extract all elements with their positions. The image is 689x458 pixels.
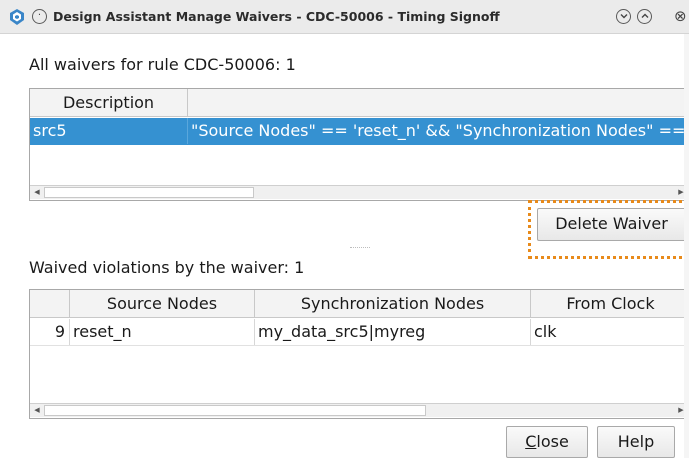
scroll-left-arrow-icon[interactable]: ◀ <box>30 186 44 199</box>
window-title: Design Assistant Manage Waivers - CDC-50… <box>53 9 500 24</box>
divider <box>350 247 370 248</box>
table-row[interactable]: src5 "Source Nodes" == 'reset_n' && "Syn… <box>30 118 688 145</box>
quartus-app-icon[interactable] <box>8 8 26 26</box>
close-window-icon[interactable]: ⊗ <box>674 7 687 25</box>
column-header-description[interactable]: Description <box>30 89 188 117</box>
scrollbar-thumb[interactable] <box>44 405 426 416</box>
column-header-synchronization-nodes[interactable]: Synchronization Nodes <box>255 290 531 318</box>
violation-index-cell: 9 <box>30 319 70 345</box>
close-button[interactable]: Close <box>506 426 588 458</box>
close-label-rest: lose <box>536 432 569 451</box>
waiver-condition-cell: "Source Nodes" == 'reset_n' && "Synchron… <box>191 121 688 140</box>
help-button[interactable]: Help <box>597 426 675 458</box>
synchronization-nodes-cell: my_data_src5|myreg <box>255 319 531 345</box>
table-row[interactable]: 9 reset_n my_data_src5|myreg clk <box>30 319 688 346</box>
chevron-down-icon[interactable] <box>616 9 631 24</box>
chevron-up-icon[interactable] <box>637 9 652 24</box>
column-header-from-clock[interactable]: From Clock <box>531 290 688 318</box>
violations-horizontal-scrollbar[interactable]: ◀ ▶ <box>30 403 688 417</box>
delete-waiver-button[interactable]: Delete Waiver <box>537 208 686 241</box>
close-mnemonic: C <box>525 432 537 451</box>
window-edge <box>684 34 689 458</box>
window-menu-icon[interactable]: · <box>32 9 47 24</box>
waivers-horizontal-scrollbar[interactable]: ◀ ▶ <box>30 185 688 199</box>
title-bar: · Design Assistant Manage Waivers - CDC-… <box>0 0 689 34</box>
waivers-table[interactable]: Description src5 "Source Nodes" == 'rese… <box>29 88 689 201</box>
column-header-source-nodes[interactable]: Source Nodes <box>70 290 255 318</box>
violations-table-header: Source Nodes Synchronization Nodes From … <box>30 290 688 318</box>
column-header-condition[interactable] <box>188 89 688 117</box>
violations-table[interactable]: Source Nodes Synchronization Nodes From … <box>29 289 689 419</box>
waivers-count-label: All waivers for rule CDC-50006: 1 <box>29 55 296 74</box>
column-header-index[interactable] <box>30 290 70 318</box>
source-nodes-cell: reset_n <box>70 319 255 345</box>
violations-count-label: Waived violations by the waiver: 1 <box>29 258 305 277</box>
scrollbar-thumb[interactable] <box>44 187 254 198</box>
from-clock-cell: clk <box>534 322 557 341</box>
scroll-left-arrow-icon[interactable]: ◀ <box>30 404 44 417</box>
waivers-table-header: Description <box>30 89 688 117</box>
waiver-description-cell: src5 <box>30 118 188 144</box>
